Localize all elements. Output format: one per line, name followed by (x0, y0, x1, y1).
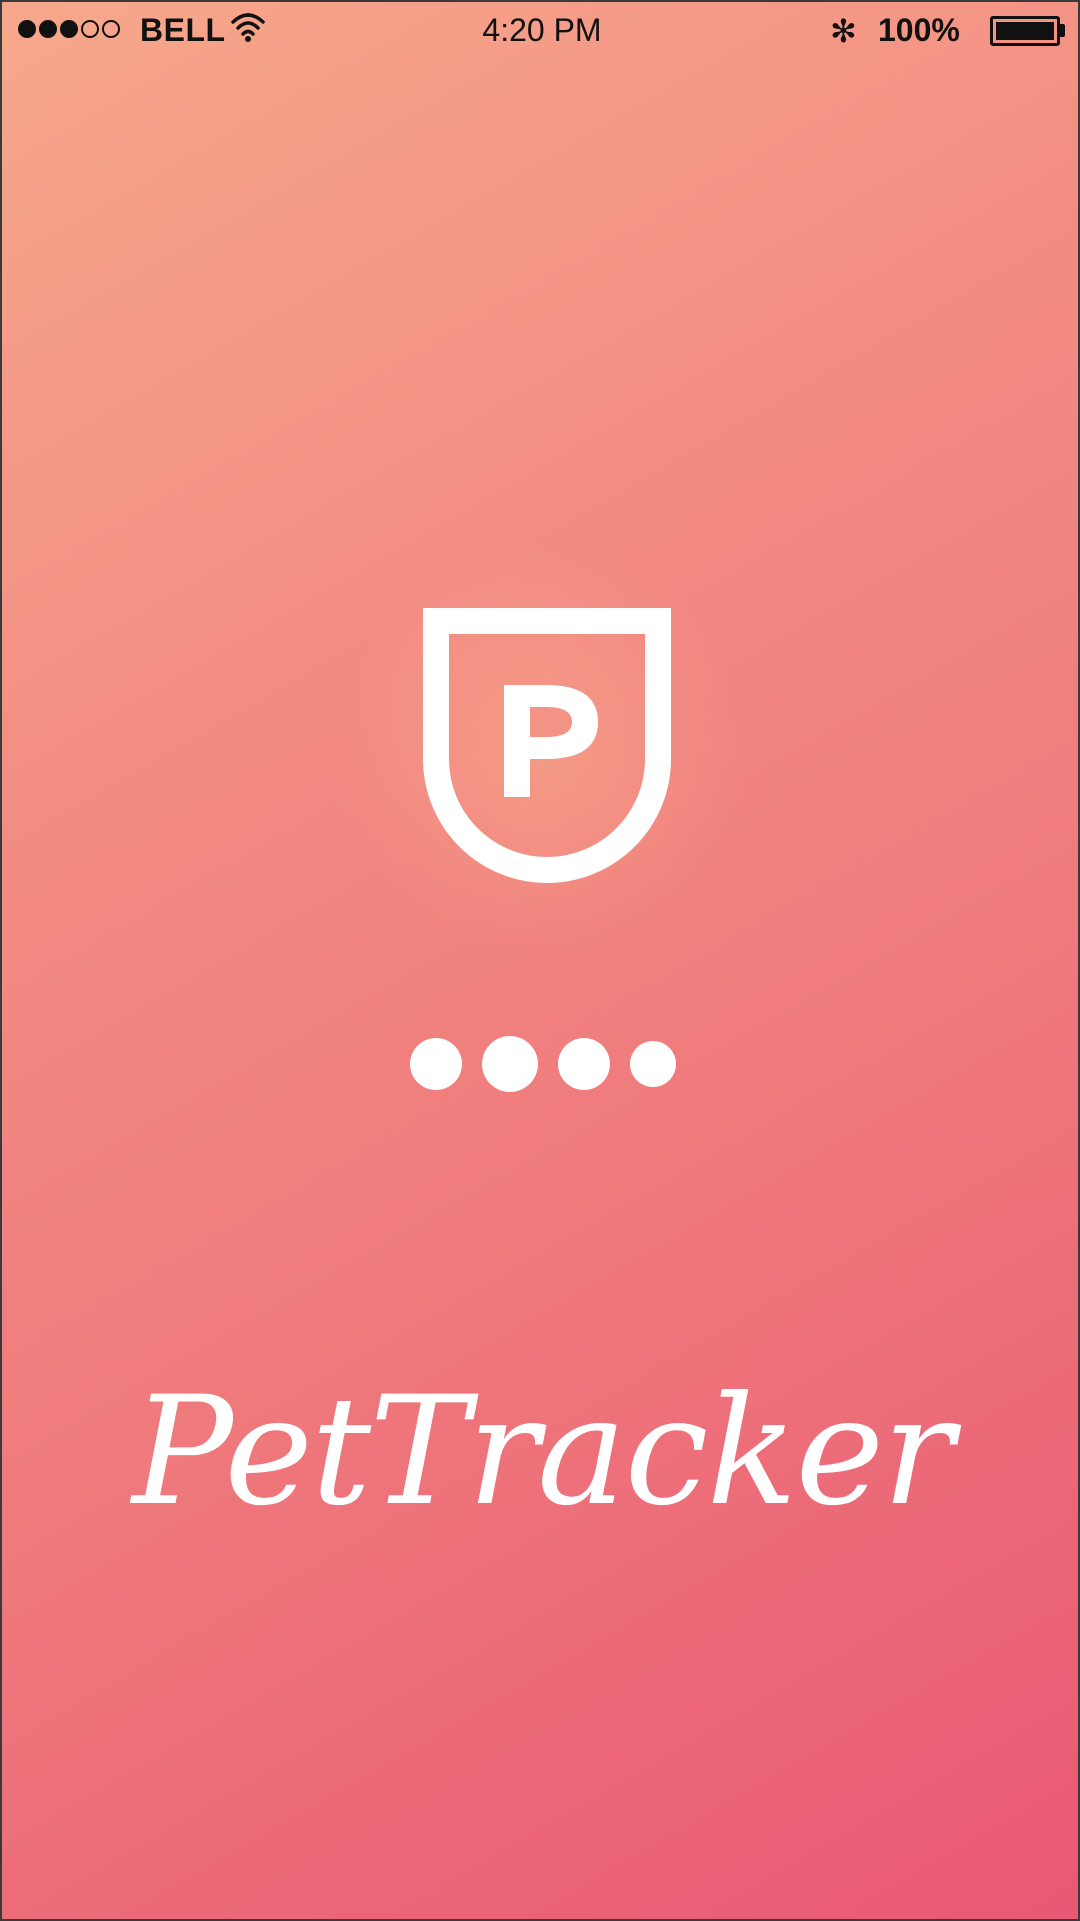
bluetooth-icon: ✻ (830, 13, 857, 49)
loading-dot (410, 1038, 462, 1090)
battery-percent: 100% (878, 12, 960, 48)
battery-tip (1060, 24, 1065, 37)
app-name: PetTracker (132, 1365, 954, 1539)
status-bar: BELL 4:20 PM ✻ 100% (2, 2, 1078, 60)
loading-dot (630, 1041, 676, 1087)
loading-dot (558, 1038, 610, 1090)
battery-icon (990, 16, 1060, 46)
loading-dot (482, 1036, 538, 1092)
battery-level-fill (996, 22, 1054, 40)
shield-p-logo-icon (422, 607, 672, 887)
loading-dots-icon (410, 1034, 680, 1094)
splash-screen: BELL 4:20 PM ✻ 100% PetTracker (0, 0, 1080, 1921)
